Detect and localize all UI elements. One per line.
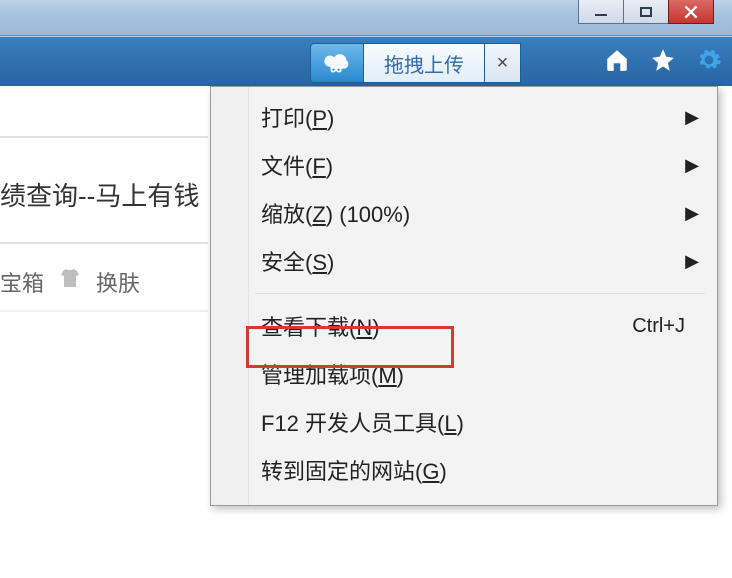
menu-item-shortcut: Ctrl+J xyxy=(632,315,685,338)
submenu-arrow-icon: ▶ xyxy=(685,107,699,128)
submenu-arrow-icon: ▶ xyxy=(685,203,699,224)
tab-close-button[interactable]: × xyxy=(485,43,521,83)
menu-item-file[interactable]: 文件(F) ▶ xyxy=(211,141,717,189)
window-titlebar xyxy=(0,0,732,36)
menu-item-label: 转到固定的网站(G) xyxy=(261,454,447,486)
toolbar-item-treasure[interactable]: 宝箱 xyxy=(0,266,44,298)
close-icon xyxy=(684,5,698,19)
page-content-left: 绩查询--马上有钱 宝箱 换肤 xyxy=(0,86,208,578)
window-minimize-button[interactable] xyxy=(578,0,624,24)
menu-item-label: 安全(S) xyxy=(261,245,334,277)
star-icon[interactable] xyxy=(650,47,676,73)
window-controls xyxy=(579,0,714,24)
menu-item-label: F12 开发人员工具(L) xyxy=(261,406,464,438)
tab-strip: 拖拽上传 × xyxy=(310,43,521,83)
toolbar-right-icons xyxy=(604,47,722,73)
gear-icon[interactable] xyxy=(696,47,722,73)
submenu-arrow-icon: ▶ xyxy=(685,155,699,176)
menu-item-label: 打印(P) xyxy=(261,101,334,133)
menu-item-label: 查看下载(N) xyxy=(261,310,380,342)
cloud-infinity-icon xyxy=(322,48,352,78)
menu-item-print[interactable]: 打印(P) ▶ xyxy=(211,93,717,141)
menu-item-security[interactable]: 安全(S) ▶ xyxy=(211,237,717,285)
menu-separator xyxy=(255,293,705,294)
menu-item-manage-addons[interactable]: 管理加载项(M) xyxy=(211,350,717,398)
page-title: 绩查询--马上有钱 xyxy=(0,176,199,213)
close-icon: × xyxy=(497,52,509,75)
submenu-arrow-icon: ▶ xyxy=(685,251,699,272)
menu-item-zoom[interactable]: 缩放(Z) (100%) ▶ xyxy=(211,189,717,237)
tools-menu: 打印(P) ▶ 文件(F) ▶ 缩放(Z) (100%) ▶ 安全(S) ▶ 查… xyxy=(210,86,718,506)
menu-item-label: 管理加载项(M) xyxy=(261,358,404,390)
separator xyxy=(0,136,208,138)
menu-items: 打印(P) ▶ 文件(F) ▶ 缩放(Z) (100%) ▶ 安全(S) ▶ 查… xyxy=(211,93,717,505)
menu-item-f12-devtools[interactable]: F12 开发人员工具(L) xyxy=(211,398,717,446)
separator xyxy=(0,310,208,312)
menu-item-label: 缩放(Z) (100%) xyxy=(261,197,410,229)
tab-label: 拖拽上传 xyxy=(384,49,464,78)
home-icon[interactable] xyxy=(604,47,630,73)
separator xyxy=(0,242,208,244)
menu-item-label: 文件(F) xyxy=(261,149,333,181)
window-close-button[interactable] xyxy=(668,0,714,24)
window-maximize-button[interactable] xyxy=(623,0,669,24)
tshirt-icon xyxy=(58,267,82,297)
browser-tabbar: 拖拽上传 × xyxy=(0,36,732,86)
menu-item-pinned-sites[interactable]: 转到固定的网站(G) xyxy=(211,446,717,494)
menu-item-view-downloads[interactable]: 查看下载(N) Ctrl+J xyxy=(211,302,717,350)
tab-upload[interactable]: 拖拽上传 xyxy=(364,43,485,83)
extension-button[interactable] xyxy=(310,43,364,83)
toolbar-item-skin[interactable]: 换肤 xyxy=(96,266,140,298)
page-toolbar: 宝箱 换肤 xyxy=(0,266,140,298)
